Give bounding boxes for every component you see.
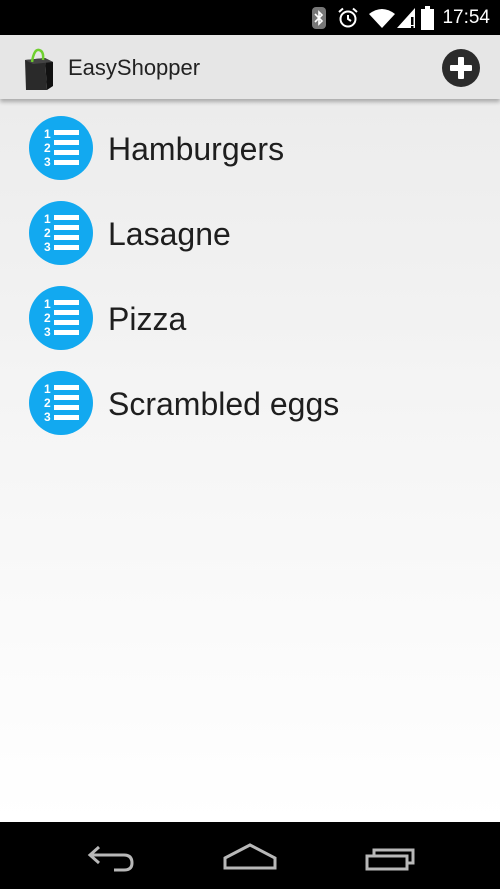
app-title: EasyShopper bbox=[68, 55, 201, 80]
home-button[interactable] bbox=[205, 822, 295, 889]
svg-text:3: 3 bbox=[44, 325, 51, 339]
list-item-label: Pizza bbox=[108, 301, 187, 337]
svg-text:3: 3 bbox=[44, 155, 51, 169]
recent-apps-icon bbox=[365, 848, 415, 871]
add-list-button[interactable] bbox=[442, 49, 480, 87]
home-icon bbox=[223, 843, 277, 870]
list-item-pizza[interactable]: 1 2 3 Pizza bbox=[0, 273, 500, 358]
svg-text:1: 1 bbox=[44, 127, 51, 141]
back-icon bbox=[87, 845, 134, 872]
list-item-label: Hamburgers bbox=[108, 131, 285, 167]
recent-apps-button[interactable] bbox=[345, 822, 435, 889]
list-item-label: Scrambled eggs bbox=[108, 386, 340, 422]
list-item-hamburgers[interactable]: 1 2 3 Hamburgers bbox=[0, 103, 500, 188]
list-item-scrambled-eggs[interactable]: 1 2 3 Scrambled eggs bbox=[0, 358, 500, 443]
signal-icon bbox=[397, 7, 416, 28]
add-circle-icon bbox=[450, 57, 472, 79]
list-item-label: Lasagne bbox=[108, 216, 231, 252]
status-time: 17:54 bbox=[442, 6, 490, 28]
numbered-list-icon: 1 2 3 bbox=[29, 201, 93, 265]
wifi-icon bbox=[369, 8, 396, 28]
svg-text:2: 2 bbox=[44, 226, 51, 240]
navigation-bar bbox=[0, 822, 500, 889]
svg-text:1: 1 bbox=[44, 382, 51, 396]
action-bar: EasyShopper bbox=[0, 35, 500, 99]
svg-text:2: 2 bbox=[44, 141, 51, 155]
status-icons: 17:54 bbox=[301, 0, 490, 35]
svg-text:2: 2 bbox=[44, 311, 51, 325]
battery-icon bbox=[421, 5, 435, 30]
numbered-list-icon: 1 2 3 bbox=[29, 116, 93, 180]
back-button[interactable] bbox=[66, 822, 156, 889]
numbered-list-icon: 1 2 3 bbox=[29, 371, 93, 435]
list-item-lasagne[interactable]: 1 2 3 Lasagne bbox=[0, 188, 500, 273]
status-bar: 17:54 bbox=[0, 0, 500, 35]
bluetooth-icon bbox=[311, 6, 327, 30]
svg-text:1: 1 bbox=[44, 212, 51, 226]
alarm-icon bbox=[337, 7, 359, 29]
shopping-bag-icon bbox=[22, 46, 56, 90]
svg-text:2: 2 bbox=[44, 396, 51, 410]
svg-text:1: 1 bbox=[44, 297, 51, 311]
numbered-list-icon: 1 2 3 bbox=[29, 286, 93, 350]
svg-text:3: 3 bbox=[44, 410, 51, 424]
content-area: 1 2 3 Hamburgers 1 2 3 Lasagne 1 2 3 Piz… bbox=[0, 99, 500, 822]
svg-text:3: 3 bbox=[44, 240, 51, 254]
